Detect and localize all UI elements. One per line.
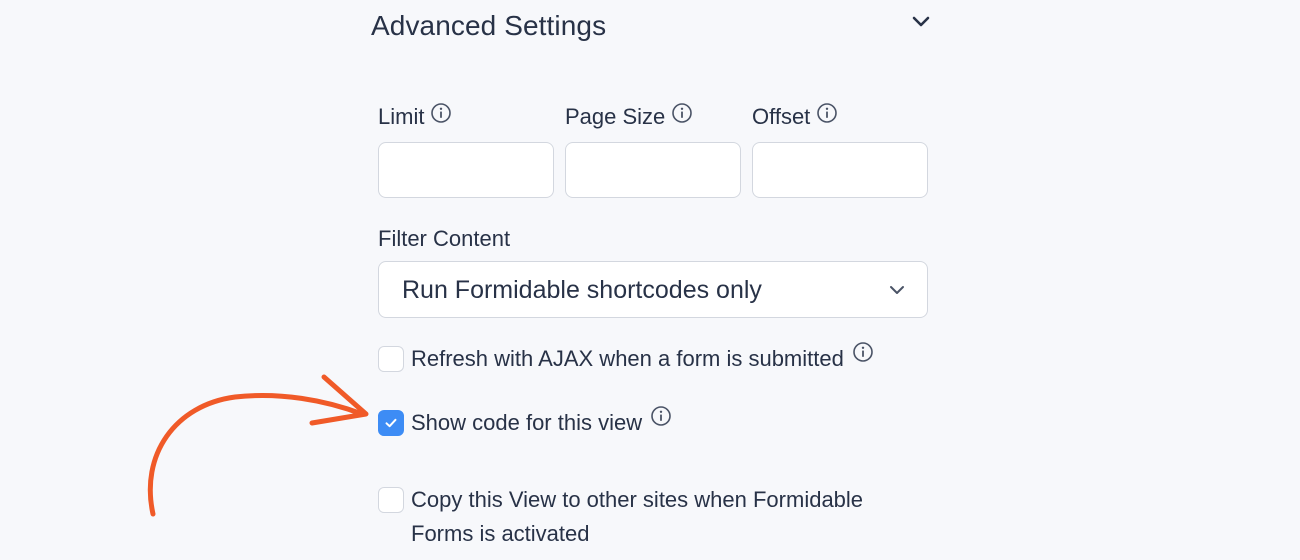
info-icon[interactable] — [852, 341, 874, 363]
show-code-option: Show code for this view — [378, 406, 672, 440]
copy-view-option: Copy this View to other sites when Formi… — [378, 487, 918, 551]
filter-content-selected-value: Run Formidable shortcodes only — [402, 276, 762, 304]
filter-content-label: Filter Content — [378, 226, 511, 251]
offset-input[interactable] — [752, 142, 928, 198]
refresh-ajax-label[interactable]: Refresh with AJAX when a form is submitt… — [411, 342, 844, 376]
limit-input[interactable] — [378, 142, 554, 198]
chevron-down-icon — [912, 16, 930, 27]
page-size-label: Page Size — [565, 104, 666, 129]
copy-view-label[interactable]: Copy this View to other sites when Formi… — [411, 483, 911, 551]
info-icon[interactable] — [816, 102, 838, 124]
show-code-checkbox[interactable] — [378, 410, 404, 436]
copy-view-checkbox[interactable] — [378, 487, 404, 513]
page-size-input[interactable] — [565, 142, 741, 198]
offset-label: Offset — [752, 104, 811, 129]
show-code-label[interactable]: Show code for this view — [411, 406, 642, 440]
info-icon[interactable] — [430, 102, 452, 124]
info-icon[interactable] — [650, 405, 672, 427]
offset-field: Offset — [752, 102, 928, 198]
section-title: Advanced Settings — [371, 10, 607, 41]
advanced-settings-panel: Advanced Settings Limit Page Size Offset… — [371, 0, 931, 560]
refresh-ajax-option: Refresh with AJAX when a form is submitt… — [378, 342, 874, 376]
filter-content-select[interactable]: Run Formidable shortcodes only — [378, 261, 928, 318]
info-icon[interactable] — [671, 102, 693, 124]
collapse-toggle-button[interactable] — [909, 10, 933, 34]
limit-label: Limit — [378, 104, 425, 129]
refresh-ajax-checkbox[interactable] — [378, 346, 404, 372]
page-size-field: Page Size — [565, 102, 741, 198]
chevron-down-icon — [890, 286, 904, 294]
checkmark-icon — [385, 418, 397, 428]
limit-field: Limit — [378, 102, 554, 198]
